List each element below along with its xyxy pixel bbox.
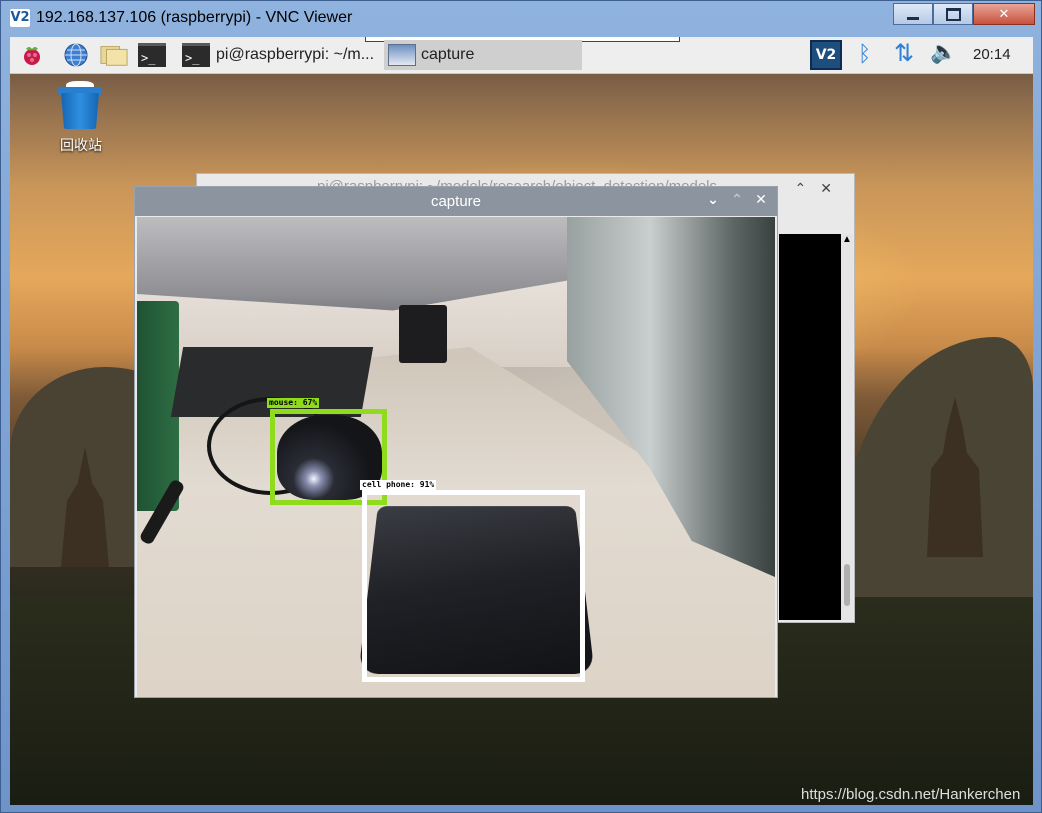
- window-icon: [388, 44, 416, 66]
- close-icon[interactable]: ✕: [755, 192, 767, 208]
- scroll-thumb[interactable]: [844, 564, 850, 606]
- capture-window[interactable]: capture ⌄ ⌃ ✕ mouse: 67% cell phone: 91%: [134, 186, 778, 698]
- trash-label[interactable]: 回收站: [46, 135, 116, 155]
- capture-window-controls: ⌄ ⌃ ✕: [707, 192, 767, 208]
- window-controls: ✕: [893, 3, 1035, 25]
- task-label: capture: [421, 46, 474, 64]
- volume-icon[interactable]: 🔈: [930, 40, 957, 65]
- camera-feed: mouse: 67% cell phone: 91%: [137, 217, 775, 697]
- raspberry-menu-icon[interactable]: [18, 42, 46, 68]
- network-icon[interactable]: ⇅: [894, 39, 914, 67]
- detection-label-cell-phone: cell phone: 91%: [360, 480, 436, 490]
- scroll-up-arrow-icon[interactable]: ▲: [842, 234, 852, 245]
- close-button[interactable]: ✕: [973, 3, 1035, 25]
- terminal-window-controls[interactable]: ⌄⌃✕: [769, 180, 846, 197]
- web-browser-icon[interactable]: [62, 42, 90, 68]
- watermark: https://blog.csdn.net/Hankerchen: [801, 786, 1020, 803]
- terminal-scrollbar[interactable]: ▲: [841, 234, 853, 620]
- terminal-icon: >_: [182, 43, 210, 67]
- capture-title: capture: [135, 193, 777, 210]
- remote-desktop[interactable]: >_ >_ pi@raspberrypi: ~/m... capture V2 …: [10, 37, 1033, 805]
- taskbar: >_ >_ pi@raspberrypi: ~/m... capture V2 …: [10, 37, 1033, 74]
- capture-titlebar[interactable]: capture ⌄ ⌃ ✕: [135, 187, 777, 216]
- window-title: 192.168.137.106 (raspberrypi) - VNC View…: [36, 9, 352, 27]
- file-manager-icon[interactable]: [100, 42, 128, 68]
- maximize-icon[interactable]: ⌃: [731, 192, 743, 208]
- vnc-app-icon: V2: [10, 9, 30, 27]
- detection-label-mouse: mouse: 67%: [267, 398, 319, 408]
- minimize-button[interactable]: [893, 3, 933, 25]
- maximize-button[interactable]: [933, 3, 973, 25]
- minimize-icon[interactable]: ⌄: [707, 192, 719, 208]
- taskbar-task-terminal[interactable]: >_ pi@raspberrypi: ~/m...: [182, 40, 384, 70]
- vnc-server-tray-icon[interactable]: V2: [810, 40, 842, 70]
- terminal-launcher-icon[interactable]: >_: [138, 42, 166, 68]
- clock: 20:14: [973, 46, 1011, 63]
- trash-icon[interactable]: [56, 81, 104, 129]
- detection-box-cell-phone: [362, 490, 585, 682]
- cup-object: [399, 305, 447, 363]
- terminal-output[interactable]: [779, 234, 841, 620]
- bluetooth-icon[interactable]: ᛒ: [858, 41, 871, 67]
- taskbar-task-capture[interactable]: capture: [384, 40, 582, 70]
- vnc-titlebar[interactable]: V2 192.168.137.106 (raspberrypi) - VNC V…: [1, 1, 1041, 37]
- task-label: pi@raspberrypi: ~/m...: [216, 46, 374, 64]
- vnc-viewer-window: V2 192.168.137.106 (raspberrypi) - VNC V…: [0, 0, 1042, 813]
